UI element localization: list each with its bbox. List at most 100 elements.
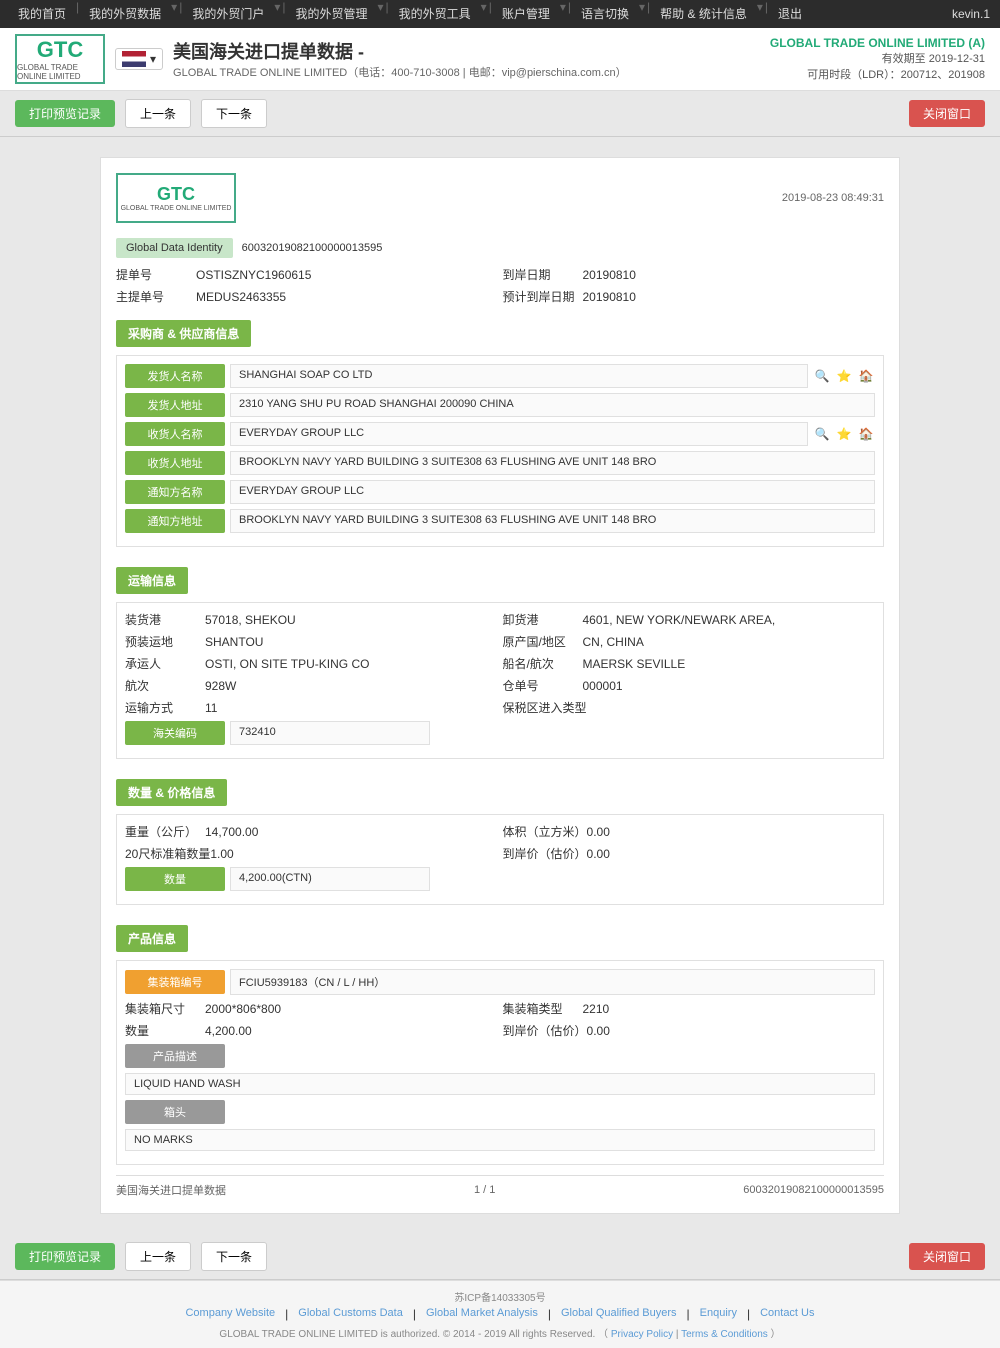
transport-ftz-row: 运输方式 11 保税区进入类型	[125, 699, 875, 716]
ftz-col: 保税区进入类型	[503, 699, 876, 716]
notify-address-value: BROOKLYN NAVY YARD BUILDING 3 SUITE308 6…	[230, 509, 875, 533]
customs-code-row: 海关编码 732410	[125, 721, 875, 745]
icp-number: 苏ICP备14033305号	[15, 1289, 985, 1304]
footer-link-enquiry[interactable]: Enquiry	[700, 1307, 737, 1321]
marks-label: 箱头	[125, 1100, 225, 1124]
bottom-prev-button[interactable]: 上一条	[125, 1242, 191, 1271]
transport-section: 运输信息 装货港 57018, SHEKOU 卸货港 4601, NEW YOR…	[116, 557, 884, 759]
container-price-row: 20尺标准箱数量 1.00 到岸价（估价） 0.00	[125, 845, 875, 862]
nav-portal[interactable]: 我的外贸门户	[184, 0, 272, 28]
container-20-label: 20尺标准箱数量	[125, 845, 210, 862]
footer-id: 60032019082100000013595	[743, 1184, 884, 1196]
shipper-home-icon[interactable]: 🏠	[857, 367, 875, 385]
volume-value: 0.00	[587, 825, 610, 839]
weight-label: 重量（公斤）	[125, 823, 205, 840]
print-button[interactable]: 打印预览记录	[15, 100, 115, 127]
quantity-container: 重量（公斤） 14,700.00 体积（立方米） 0.00 20尺标准箱数量 1…	[116, 814, 884, 905]
origin-value: CN, CHINA	[583, 635, 644, 649]
privacy-link[interactable]: Privacy Policy	[611, 1329, 673, 1340]
bottom-print-button[interactable]: 打印预览记录	[15, 1243, 115, 1270]
logo-text: GTC	[37, 37, 83, 63]
footer-link-contact[interactable]: Contact Us	[760, 1307, 814, 1321]
footer-divider-5: |	[747, 1307, 750, 1321]
language-selector[interactable]: ▾	[115, 48, 163, 70]
consignee-star-icon[interactable]: ⭐	[835, 425, 853, 443]
nav-logout[interactable]: 退出	[770, 0, 810, 28]
notify-address-label: 通知方地址	[125, 509, 225, 533]
loading-port-col: 装货港 57018, SHEKOU	[125, 611, 498, 628]
buyer-supplier-header: 采购商 & 供应商信息	[116, 320, 251, 347]
est-arrival-value: 20190810	[583, 290, 636, 304]
footer-link-company[interactable]: Company Website	[185, 1307, 275, 1321]
next-button[interactable]: 下一条	[201, 99, 267, 128]
container-20-value: 1.00	[210, 847, 233, 861]
container-size-label: 集装箱尺寸	[125, 1000, 205, 1017]
footer-link-market[interactable]: Global Market Analysis	[426, 1307, 538, 1321]
pre-dest-value: SHANTOU	[205, 635, 263, 649]
nav-trade-data[interactable]: 我的外贸数据	[81, 0, 169, 28]
shipper-address-row: 发货人地址 2310 YANG SHU PU ROAD SHANGHAI 200…	[125, 393, 875, 417]
consignee-icons: 🔍 ⭐ 🏠	[813, 425, 875, 443]
transport-mode-col: 运输方式 11	[125, 699, 498, 716]
consignee-home-icon[interactable]: 🏠	[857, 425, 875, 443]
quantity-value: 4,200.00(CTN)	[230, 867, 430, 891]
notify-name-label: 通知方名称	[125, 480, 225, 504]
footer-link-buyers[interactable]: Global Qualified Buyers	[561, 1307, 677, 1321]
doc-footer: 美国海关进口提单数据 1 / 1 60032019082100000013595	[116, 1175, 884, 1198]
unloading-port-value: 4601, NEW YORK/NEWARK AREA,	[583, 613, 776, 627]
consignee-address-label: 收货人地址	[125, 451, 225, 475]
container-20-col: 20尺标准箱数量 1.00	[125, 845, 498, 862]
carrier-vessel-row: 承运人 OSTI, ON SITE TPU-KING CO 船名/航次 MAER…	[125, 655, 875, 672]
marks-header-row: 箱头	[125, 1100, 875, 1124]
company-name: GLOBAL TRADE ONLINE LIMITED (A)	[770, 36, 985, 50]
bill-no-col: 提单号 OSTISZNYC1960615	[116, 266, 498, 283]
arrival-date-value: 20190810	[583, 268, 636, 282]
nav-account[interactable]: 账户管理	[494, 0, 558, 28]
shipper-address-label: 发货人地址	[125, 393, 225, 417]
nav-language[interactable]: 语言切换	[573, 0, 637, 28]
shipper-search-icon[interactable]: 🔍	[813, 367, 831, 385]
weight-value: 14,700.00	[205, 825, 258, 839]
bill-no-value: OSTISZNYC1960615	[196, 268, 311, 282]
terms-link[interactable]: Terms & Conditions	[681, 1329, 768, 1340]
consignee-name-row: 收货人名称 EVERYDAY GROUP LLC 🔍 ⭐ 🏠	[125, 422, 875, 446]
consignee-address-value: BROOKLYN NAVY YARD BUILDING 3 SUITE308 6…	[230, 451, 875, 475]
product-section: 产品信息 集装箱编号 FCIU5939183（CN / L / HH） 集装箱尺…	[116, 915, 884, 1165]
nav-management[interactable]: 我的外贸管理	[287, 0, 375, 28]
copyright-text: GLOBAL TRADE ONLINE LIMITED is authorize…	[219, 1329, 595, 1340]
warehouse-value: 000001	[583, 679, 623, 693]
product-desc-header-row: 产品描述	[125, 1044, 875, 1068]
bottom-close-button[interactable]: 关闭窗口	[909, 1243, 985, 1270]
main-bill-col: 主提单号 MEDUS2463355	[116, 288, 498, 305]
page-footer: 苏ICP备14033305号 Company Website | Global …	[0, 1280, 1000, 1348]
ftz-label: 保税区进入类型	[503, 699, 587, 716]
nav-home[interactable]: 我的首页	[10, 0, 74, 28]
footer-divider-1: |	[285, 1307, 288, 1321]
page-title: 美国海关进口提单数据 -	[173, 38, 627, 64]
page-header: GTC GLOBAL TRADE ONLINE LIMITED ▾ 美国海关进口…	[0, 28, 1000, 91]
global-id-value: 60032019082100000013595	[238, 238, 387, 258]
footer-link-customs[interactable]: Global Customs Data	[298, 1307, 403, 1321]
prev-button[interactable]: 上一条	[125, 99, 191, 128]
transport-mode-value: 11	[205, 701, 217, 715]
transport-mode-label: 运输方式	[125, 699, 205, 716]
product-price-value: 0.00	[587, 1024, 610, 1038]
bottom-next-button[interactable]: 下一条	[201, 1242, 267, 1271]
container-size-col: 集装箱尺寸 2000*806*800	[125, 1000, 498, 1017]
product-desc-label: 产品描述	[125, 1044, 225, 1068]
us-flag-icon	[122, 51, 146, 67]
top-toolbar: 打印预览记录 上一条 下一条 关闭窗口	[0, 91, 1000, 137]
shipper-star-icon[interactable]: ⭐	[835, 367, 853, 385]
weight-col: 重量（公斤） 14,700.00	[125, 823, 498, 840]
nav-help[interactable]: 帮助 & 统计信息	[652, 0, 755, 28]
document-inner: GTC GLOBAL TRADE ONLINE LIMITED 2019-08-…	[116, 173, 884, 1198]
consignee-search-icon[interactable]: 🔍	[813, 425, 831, 443]
top-nav-items: 我的首页 | 我的外贸数据 ▾ | 我的外贸门户 ▾ | 我的外贸管理 ▾ | …	[10, 0, 810, 28]
buyer-supplier-section: 采购商 & 供应商信息 发货人名称 SHANGHAI SOAP CO LTD 🔍…	[116, 310, 884, 547]
valid-until: 有效期至 2019-12-31	[770, 50, 985, 66]
nav-tools[interactable]: 我的外贸工具	[391, 0, 479, 28]
weight-volume-row: 重量（公斤） 14,700.00 体积（立方米） 0.00	[125, 823, 875, 840]
product-qty-value: 4,200.00	[205, 1024, 252, 1038]
product-qty-label: 数量	[125, 1022, 205, 1039]
close-button[interactable]: 关闭窗口	[909, 100, 985, 127]
